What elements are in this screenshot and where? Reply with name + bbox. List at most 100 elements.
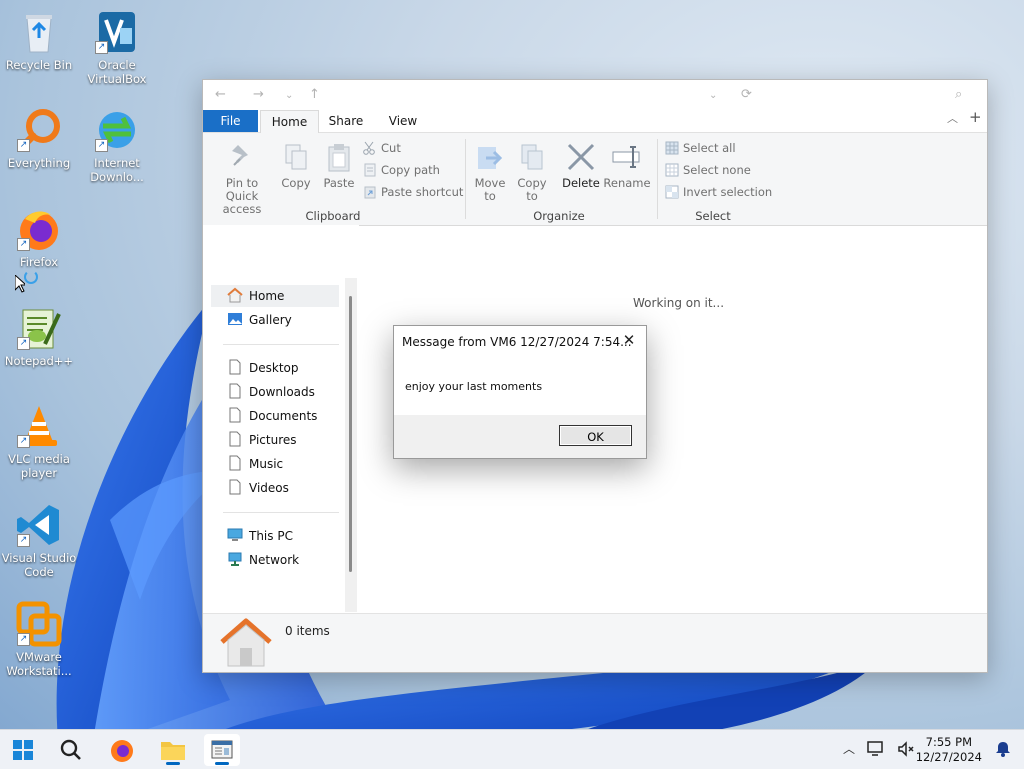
content-loading-text: Working on it... (633, 296, 725, 310)
select-all-icon (665, 141, 679, 155)
windows-logo-icon (13, 740, 33, 760)
copy-path-button[interactable]: Copy path (363, 161, 440, 179)
taskbar-firefox-button[interactable] (104, 734, 140, 766)
active-indicator (166, 762, 180, 765)
delete-button[interactable]: Delete (561, 141, 601, 190)
taskbar-app-button[interactable] (204, 734, 240, 766)
search-icon (60, 739, 81, 760)
refresh-icon[interactable]: ⟳ (741, 87, 752, 102)
rename-icon (611, 141, 643, 173)
start-button[interactable] (5, 734, 41, 766)
nav-item-network[interactable]: Network (227, 549, 299, 571)
paste-shortcut-button[interactable]: Paste shortcut (363, 183, 463, 201)
tab-view[interactable]: View (383, 110, 423, 132)
desktop-icon-everything[interactable]: ↗ Everything (1, 106, 77, 170)
network-icon (227, 551, 243, 567)
close-icon[interactable]: ✕ (620, 331, 638, 349)
desktop-icon-internet-download-manager[interactable]: ↗ Internet Downlo... (79, 106, 155, 184)
gallery-icon (227, 311, 243, 327)
desktop-icon-firefox[interactable]: ↗ Firefox (1, 205, 77, 269)
delete-x-icon (565, 141, 597, 173)
group-label-organize: Organize (533, 209, 585, 223)
desktop-icon-notepad-plus-plus[interactable]: ↗ Notepad++ (1, 304, 77, 368)
nav-pane-scrollbar[interactable] (345, 278, 357, 612)
message-dialog[interactable]: Message from VM6 12/27/2024 7:54... ✕ en… (393, 325, 647, 459)
up-arrow-icon[interactable]: ↑ (309, 87, 320, 102)
document-icon (227, 359, 243, 375)
nav-item-downloads[interactable]: Downloads (227, 381, 315, 403)
group-label-clipboard: Clipboard (305, 209, 361, 223)
nav-item-gallery[interactable]: Gallery (227, 309, 292, 331)
display-icon[interactable] (866, 740, 886, 758)
recent-chevron-icon[interactable]: ⌄ (285, 90, 293, 101)
ribbon-tabs: File Home Share View (203, 110, 987, 133)
firefox-icon: ↗ (15, 205, 63, 253)
item-count: 0 items (285, 624, 330, 638)
paste-button[interactable]: Paste (321, 141, 357, 190)
ribbon-home: Pin to Quick access Copy Paste Cut Copy … (203, 133, 987, 226)
desktop-icon-label: Visual Studio Code (1, 551, 77, 579)
nav-item-music[interactable]: Music (227, 453, 283, 475)
invert-selection-icon (665, 185, 679, 199)
nav-item-videos[interactable]: Videos (227, 477, 289, 499)
copy-to-button[interactable]: Copy to (515, 141, 549, 203)
nav-item-desktop[interactable]: Desktop (227, 357, 299, 379)
address-dropdown-icon[interactable]: ⌄ (709, 90, 717, 101)
invert-selection-button[interactable]: Invert selection (665, 183, 772, 201)
taskbar-search-button[interactable] (53, 734, 89, 766)
select-none-button[interactable]: Select none (665, 161, 751, 179)
copy-button[interactable]: Copy (279, 141, 313, 190)
taskbar-file-explorer-button[interactable] (155, 734, 191, 766)
desktop-icon-virtualbox[interactable]: ↗ Oracle VirtualBox (79, 8, 155, 86)
clipboard-icon (323, 141, 355, 173)
tab-file[interactable]: File (203, 110, 258, 132)
system-tray: ︿ 7:55 PM 12/27/2024 (838, 730, 1024, 769)
tab-share[interactable]: Share (323, 110, 369, 132)
rename-button[interactable]: Rename (603, 141, 651, 190)
tab-home[interactable]: Home (260, 110, 319, 133)
cut-button[interactable]: Cut (363, 139, 401, 157)
pin-to-quick-access-button[interactable]: Pin to Quick access (209, 141, 275, 216)
back-arrow-icon[interactable]: ← (215, 87, 226, 102)
volume-muted-icon[interactable] (896, 740, 916, 758)
nav-item-this-pc[interactable]: This PC (227, 525, 293, 547)
nav-item-home[interactable]: Home (227, 285, 284, 307)
everything-search-icon: ↗ (15, 106, 63, 154)
forward-arrow-icon[interactable]: → (253, 87, 264, 102)
ok-button[interactable]: OK (559, 425, 632, 446)
desktop-icon-vscode[interactable]: ↗ Visual Studio Code (1, 501, 77, 579)
nav-item-pictures[interactable]: Pictures (227, 429, 297, 451)
copy-path-icon (363, 163, 377, 177)
clock[interactable]: 7:55 PM 12/27/2024 (916, 735, 982, 765)
search-icon[interactable]: ⌕ (955, 87, 962, 102)
desktop-icon-vlc[interactable]: ↗ VLC media player (1, 402, 77, 480)
shortcut-arrow-icon: ↗ (17, 633, 30, 646)
shortcut-arrow-icon: ↗ (17, 337, 30, 350)
desktop-icon-label: Oracle VirtualBox (87, 58, 147, 86)
details-bar: 0 items (203, 613, 987, 672)
document-icon (227, 407, 243, 423)
group-label-select: Select (695, 209, 731, 223)
navigation-pane: Home Gallery Desktop Downloads Documents… (203, 225, 359, 612)
firefox-icon (111, 740, 133, 762)
shortcut-arrow-icon: ↗ (17, 139, 30, 152)
notification-bell-icon[interactable] (994, 740, 1012, 758)
scissors-icon (363, 141, 377, 155)
desktop-icon-label: Recycle Bin (5, 58, 73, 72)
copy-icon (280, 141, 312, 173)
desktop-icon-vmware[interactable]: ↗ VMware Workstati... (1, 600, 77, 678)
busy-indicator-icon (24, 270, 38, 284)
title-bar[interactable]: ← → ⌄ ↑ ⌄ ⟳ ⌕ ︿ + (203, 80, 987, 126)
vlc-icon: ↗ (15, 402, 63, 450)
nav-separator (223, 512, 339, 513)
show-hidden-icons-chevron-icon[interactable]: ︿ (843, 740, 855, 757)
clock-date: 12/27/2024 (915, 750, 982, 764)
shortcut-arrow-icon: ↗ (95, 139, 108, 152)
scrollbar-thumb[interactable] (349, 296, 352, 572)
nav-separator (223, 344, 339, 345)
desktop-icon-recycle-bin[interactable]: Recycle Bin (1, 8, 77, 72)
select-all-button[interactable]: Select all (665, 139, 736, 157)
group-separator (657, 139, 658, 219)
move-to-button[interactable]: Move to (473, 141, 507, 203)
nav-item-documents[interactable]: Documents (227, 405, 317, 427)
